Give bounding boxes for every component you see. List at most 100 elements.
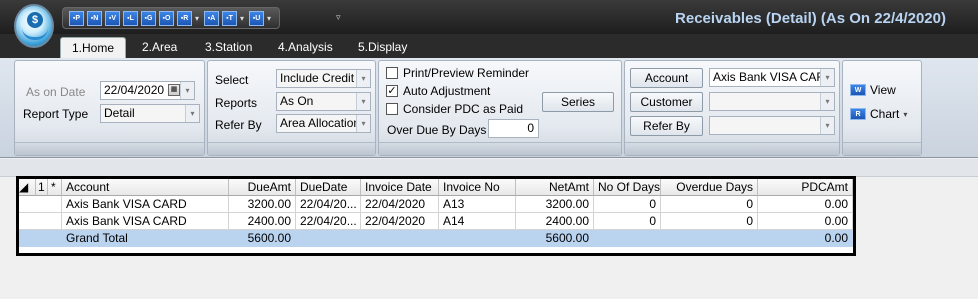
cell-invoice-no[interactable]: A14 (439, 213, 516, 230)
cell-pdcamt[interactable]: 0.00 (758, 196, 853, 213)
account-select[interactable]: Axis Bank VISA CARD ▾ (709, 68, 835, 87)
cell-dueamt[interactable]: 2400.00 (229, 213, 296, 230)
quick-access-u-button[interactable]: ▪U (249, 10, 265, 26)
tab-analysis[interactable]: 4.Analysis (268, 37, 343, 58)
ribbon-tab-strip: 1.Home 2.Area 3.Station 4.Analysis 5.Dis… (0, 34, 978, 58)
quick-access-a-button[interactable]: ▪A (204, 10, 220, 26)
quick-access-v-button[interactable]: ▪V (105, 10, 120, 26)
refer-by-select[interactable]: ▾ (709, 116, 835, 135)
chevron-down-icon[interactable]: ▾ (903, 110, 907, 119)
chevron-down-icon[interactable]: ▾ (195, 14, 199, 23)
cell-dueamt[interactable]: 3200.00 (229, 196, 296, 213)
as-on-date-field[interactable]: 22/04/2020 ▦ ▾ (100, 81, 195, 100)
column-header-pdcamt[interactable]: PDCAmt (758, 179, 853, 196)
total-pdcamt: 0.00 (758, 230, 853, 247)
select-all-corner[interactable]: ◢ (19, 179, 36, 196)
cell-duedate[interactable]: 22/04/20... (296, 213, 361, 230)
column-header-netamt[interactable]: NetAmt (516, 179, 594, 196)
chevron-down-icon[interactable]: ▾ (356, 115, 370, 132)
view-group: W View R Chart ▾ (842, 60, 922, 156)
receivables-grid: ◢ 1 * Account DueAmt DueDate Invoice Dat… (16, 176, 856, 256)
total-empty (661, 230, 758, 247)
series-button[interactable]: Series (542, 92, 614, 112)
quick-access-o-button[interactable]: ▪O (159, 10, 174, 26)
cell-account[interactable]: Axis Bank VISA CARD (62, 196, 229, 213)
chevron-down-icon[interactable]: ▾ (185, 105, 199, 122)
refer-by-button[interactable]: Refer By (630, 116, 703, 136)
account-button[interactable]: Account (630, 68, 703, 88)
chart-button[interactable]: R Chart ▾ (850, 107, 907, 121)
quick-access-r-button[interactable]: ▪R (177, 10, 192, 26)
quick-access-p-button[interactable]: ▪P (69, 10, 84, 26)
table-row[interactable]: Axis Bank VISA CARD 2400.00 22/04/20... … (19, 213, 853, 230)
column-header-no-of-days[interactable]: No Of Days (594, 179, 661, 196)
cell-invoice-no[interactable]: A13 (439, 196, 516, 213)
customer-button[interactable]: Customer (630, 92, 703, 112)
cell-invoice-date[interactable]: 22/04/2020 (361, 196, 439, 213)
cell-duedate[interactable]: 22/04/20... (296, 196, 361, 213)
table-row[interactable]: Axis Bank VISA CARD 3200.00 22/04/20... … (19, 196, 853, 213)
chevron-down-icon[interactable]: ▾ (820, 117, 834, 134)
row-gutter (19, 230, 62, 247)
select-group: Select Include Credit N ▾ Reports As On … (207, 60, 376, 156)
view-icon: W (850, 84, 866, 96)
cell-invoice-date[interactable]: 22/04/2020 (361, 213, 439, 230)
chevron-down-icon[interactable]: ▾ (820, 69, 834, 86)
print-preview-checkbox[interactable] (386, 67, 398, 79)
chevron-down-icon[interactable]: ▾ (267, 14, 271, 23)
select-field[interactable]: Include Credit N ▾ (276, 69, 371, 88)
reports-field[interactable]: As On ▾ (276, 92, 371, 111)
auto-adjustment-label: Auto Adjustment (403, 84, 491, 98)
consider-pdc-label: Consider PDC as Paid (403, 102, 524, 116)
tab-station[interactable]: 3.Station (195, 37, 262, 58)
calendar-icon[interactable]: ▦ (168, 84, 180, 96)
column-header-dueamt[interactable]: DueAmt (229, 179, 296, 196)
refer-by-field[interactable]: Area Allocation ▾ (276, 114, 371, 133)
chevron-down-icon[interactable]: ▾ (356, 70, 370, 87)
column-header-account[interactable]: Account (62, 179, 229, 196)
cell-account[interactable]: Axis Bank VISA CARD (62, 213, 229, 230)
column-header-duedate[interactable]: DueDate (296, 179, 361, 196)
window-title: Receivables (Detail) (As On 22/4/2020) (675, 10, 946, 27)
customize-toolbar-icon[interactable]: ▿ (336, 12, 341, 23)
cell-no-of-days[interactable]: 0 (594, 213, 661, 230)
report-type-select[interactable]: Detail ▾ (100, 104, 200, 123)
over-due-days-input[interactable]: 0 (488, 119, 539, 138)
customer-select[interactable]: ▾ (709, 92, 835, 111)
logo-wing-icon (22, 28, 48, 40)
quick-access-g-button[interactable]: ▪G (141, 10, 156, 26)
group-footer (625, 142, 839, 155)
report-type-label: Report Type (23, 107, 89, 121)
quick-access-n-button[interactable]: ▪N (87, 10, 102, 26)
column-header-invoice-no[interactable]: Invoice No (439, 179, 516, 196)
cell-overdue-days[interactable]: 0 (661, 196, 758, 213)
group-footer (15, 142, 204, 155)
chevron-down-icon[interactable]: ▾ (820, 93, 834, 110)
consider-pdc-checkbox[interactable] (386, 103, 398, 115)
cell-overdue-days[interactable]: 0 (661, 213, 758, 230)
cell-netamt[interactable]: 3200.00 (516, 196, 594, 213)
cell-pdcamt[interactable]: 0.00 (758, 213, 853, 230)
refer-by-label: Refer By (215, 118, 262, 132)
app-menu-button[interactable]: $ (14, 4, 54, 48)
chevron-down-icon[interactable]: ▾ (180, 82, 194, 99)
column-header-invoice-date[interactable]: Invoice Date (361, 179, 439, 196)
new-row-header: * (48, 179, 62, 196)
chevron-down-icon[interactable]: ▾ (240, 14, 244, 23)
chevron-down-icon[interactable]: ▾ (356, 93, 370, 110)
tab-home[interactable]: 1.Home (60, 37, 126, 58)
quick-access-t-button[interactable]: ▪T (222, 10, 238, 26)
tab-area[interactable]: 2.Area (132, 37, 187, 58)
reports-label: Reports (215, 96, 258, 110)
column-header-overdue-days[interactable]: Overdue Days (661, 179, 758, 196)
report-group: As on Date 22/04/2020 ▦ ▾ Report Type De… (14, 60, 205, 156)
auto-adjustment-checkbox[interactable]: ✓ (386, 85, 398, 97)
as-on-date-label: As on Date (26, 85, 86, 99)
quick-access-l-button[interactable]: ▪L (123, 10, 138, 26)
tab-display[interactable]: 5.Display (348, 37, 417, 58)
view-button[interactable]: W View (850, 83, 896, 97)
options-group: Print/Preview Reminder ✓ Auto Adjustment… (378, 60, 622, 156)
cell-no-of-days[interactable]: 0 (594, 196, 661, 213)
cell-netamt[interactable]: 2400.00 (516, 213, 594, 230)
quick-access-toolbar: ▪P ▪N ▪V ▪L ▪G ▪O ▪R ▾ ▪A ▪T ▾ ▪U ▾ (62, 7, 281, 29)
